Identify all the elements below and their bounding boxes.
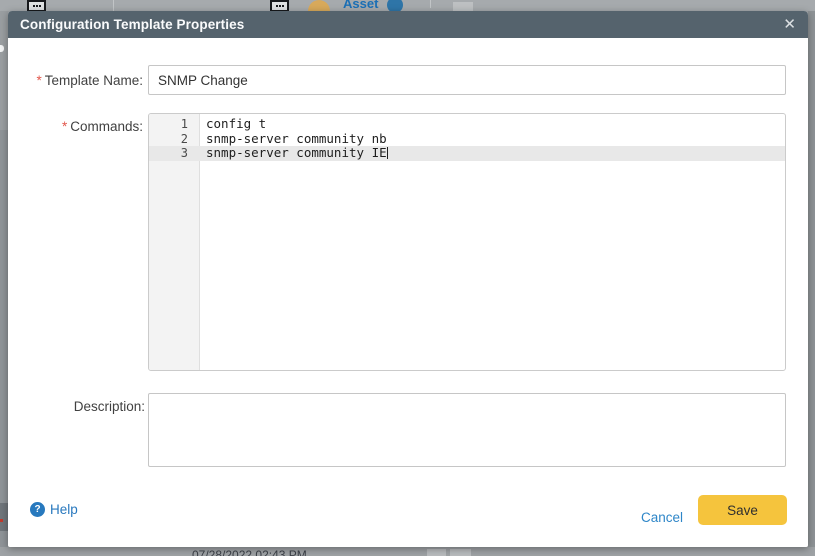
toolbar-fragment xyxy=(453,2,473,11)
dialog-body: *Template Name: *Commands: 1 config t 2 … xyxy=(8,38,808,547)
code-text: config t xyxy=(199,117,266,132)
code-text: snmp-server community nb xyxy=(199,132,387,147)
template-name-label-text: Template Name: xyxy=(45,73,143,88)
background-bottom-bar: 07/28/2022 02:43 PM xyxy=(0,547,815,556)
required-marker: * xyxy=(62,119,67,134)
background-fragment xyxy=(450,549,471,556)
background-panel-fragment xyxy=(0,130,8,556)
line-number: 3 xyxy=(149,146,199,161)
background-fragment xyxy=(427,549,446,556)
text-caret xyxy=(387,147,388,159)
line-number: 2 xyxy=(149,132,199,147)
help-link[interactable]: ? Help xyxy=(30,502,78,517)
code-text-content: snmp-server community IE xyxy=(206,145,387,160)
configuration-template-properties-dialog: Configuration Template Properties ✕ * Tem… xyxy=(8,11,808,547)
dialog-header: Configuration Template Properties ✕ xyxy=(8,11,808,38)
description-label: Description: xyxy=(8,399,145,414)
table-icon xyxy=(27,0,46,11)
background-fragment xyxy=(0,45,4,52)
description-textarea[interactable] xyxy=(148,393,786,467)
help-label: Help xyxy=(50,502,78,517)
template-name-input[interactable] xyxy=(148,65,786,95)
timestamp-text: 07/28/2022 02:43 PM xyxy=(192,548,307,556)
code-text: snmp-server community IE xyxy=(199,146,388,161)
save-button[interactable]: Save xyxy=(698,495,787,525)
commands-code-editor[interactable]: 1 config t 2 snmp-server community nb 3 … xyxy=(148,113,786,371)
line-number: 1 xyxy=(149,117,199,132)
template-name-label: * Template Name: xyxy=(8,73,143,88)
divider xyxy=(430,0,431,8)
globe-icon xyxy=(387,0,403,11)
help-icon: ? xyxy=(30,502,45,517)
asset-label: Asset xyxy=(343,0,378,11)
background-right-edge xyxy=(808,11,815,556)
dialog-title: Configuration Template Properties xyxy=(8,17,244,32)
divider xyxy=(113,0,114,11)
background-top-bar: Asset xyxy=(0,0,815,11)
table-icon xyxy=(270,0,289,11)
description-label-text: Description: xyxy=(74,399,145,414)
cancel-button[interactable]: Cancel xyxy=(641,503,683,533)
background-fragment xyxy=(0,503,8,531)
close-icon[interactable]: ✕ xyxy=(771,11,808,38)
code-line[interactable]: 2 snmp-server community nb xyxy=(149,132,785,147)
background-left-edge xyxy=(0,11,8,556)
code-line-active[interactable]: 3 snmp-server community IE xyxy=(149,146,785,161)
background-fragment xyxy=(0,519,3,522)
required-marker: * xyxy=(36,73,41,88)
code-line[interactable]: 1 config t xyxy=(149,117,785,132)
avatar xyxy=(308,0,330,11)
commands-label-text: Commands: xyxy=(70,119,143,134)
commands-label: *Commands: xyxy=(8,119,143,134)
screen: Asset 07/28/2022 02:43 PM Configuration … xyxy=(0,0,815,556)
